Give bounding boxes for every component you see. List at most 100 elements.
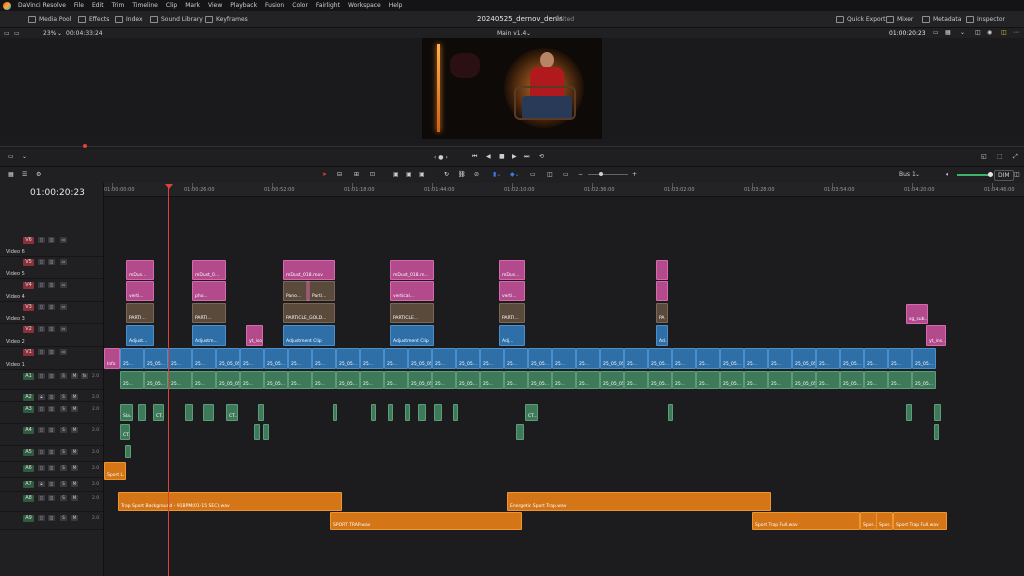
v3-clip[interactable]: PARTICLE... [390, 303, 434, 323]
v4-clip[interactable]: verti... [126, 281, 154, 301]
v1-clip[interactable]: 25... [360, 348, 384, 369]
a1-clip[interactable]: 25... [552, 371, 576, 389]
a1-clip[interactable]: 25_05_05... [408, 371, 432, 389]
speaker-icon[interactable]: 🔈︎ [946, 171, 950, 179]
zoom-custom-icon[interactable]: ▭ [563, 171, 569, 178]
auto-select-icon[interactable]: ◫ [48, 449, 55, 455]
quick-export-button[interactable]: Quick Export [836, 14, 886, 24]
snapping-icon[interactable]: ↻ [444, 171, 449, 178]
auto-select-icon[interactable]: ◫ [48, 394, 55, 400]
resolve-logo-icon[interactable] [3, 1, 11, 10]
v2-clip[interactable]: yt_iso... [246, 325, 263, 346]
v4-clip[interactable]: pho... [192, 281, 226, 301]
track-visibility-icon[interactable]: ▭ [60, 259, 67, 265]
menu-edit[interactable]: Edit [88, 2, 108, 9]
a4-clip[interactable] [934, 424, 939, 440]
menu-trim[interactable]: Trim [108, 2, 129, 9]
a8-clip[interactable]: Energetic Sport Trap.wav [507, 492, 771, 511]
menu-clip[interactable]: Clip [162, 2, 181, 9]
v1-clip[interactable]: 25_05... [648, 348, 672, 369]
menu-view[interactable]: View [204, 2, 226, 9]
auto-select-icon[interactable]: ◫ [48, 481, 55, 487]
v4-clip[interactable] [656, 281, 668, 301]
v1-clip[interactable]: 25_05... [720, 348, 744, 369]
menu-workspace[interactable]: Workspace [344, 2, 385, 9]
a3-clip[interactable]: CT... [153, 404, 164, 421]
solo-button[interactable]: S [60, 373, 67, 379]
chevron-down-icon[interactable]: ⌄ [960, 29, 965, 36]
mute-button[interactable]: M [71, 515, 78, 521]
solo-button[interactable]: S [60, 449, 67, 455]
bypass-icon[interactable]: ◫ [1001, 29, 1007, 36]
a1-clip[interactable]: 25_05... [840, 371, 864, 389]
replace-icon[interactable]: ▣ [419, 171, 425, 178]
a1-clip[interactable]: 25... [312, 371, 336, 389]
lock-icon[interactable]: ◻ [38, 326, 45, 332]
a1-clip[interactable]: 25... [288, 371, 312, 389]
a3-clip[interactable] [405, 404, 410, 421]
viewer-scrubber[interactable] [0, 143, 1024, 149]
skip-forward-icon[interactable]: ⏭ [524, 153, 529, 161]
a3-clip[interactable]: CT... [525, 404, 538, 421]
effects-button[interactable]: Effects [78, 14, 109, 24]
dim-button[interactable]: DIM [994, 170, 1014, 181]
scope-icon[interactable]: ◉ [987, 29, 992, 36]
menu-app[interactable]: DaVinci Resolve [14, 2, 70, 9]
v4-clip[interactable]: Pano... [283, 281, 307, 301]
a1-clip[interactable]: 25_05... [144, 371, 168, 389]
zoom-slider[interactable] [588, 174, 628, 175]
audio-track-header-a7[interactable]: A7 🔒︎ ◫ S M 2.0 [0, 478, 103, 492]
a1-clip[interactable]: 25... [432, 371, 456, 389]
a1-clip[interactable]: 25... [480, 371, 504, 389]
timeline-settings-icon[interactable]: ⚙ [36, 171, 41, 178]
mixer-button[interactable]: Mixer [886, 14, 913, 24]
v1-clip[interactable]: 25... [576, 348, 600, 369]
a3-clip[interactable] [388, 404, 393, 421]
v1-clip[interactable]: 25... [696, 348, 720, 369]
v1-clip[interactable]: 25... [816, 348, 840, 369]
menu-fairlight[interactable]: Fairlight [312, 2, 344, 9]
v4-clip[interactable]: verti... [499, 281, 525, 301]
mute-button[interactable]: M [71, 495, 78, 501]
track-visibility-icon[interactable]: ▭ [60, 326, 67, 332]
auto-select-icon[interactable]: ◫ [48, 427, 55, 433]
video-track-header-v4[interactable]: V4 ◻ ◫ ▭ Video 4 [0, 280, 103, 302]
v5-clip[interactable]: mDust_018.mov [283, 260, 335, 280]
v2-clip[interactable]: Adjust... [126, 325, 154, 346]
auto-select-icon[interactable]: ◫ [48, 495, 55, 501]
video-track-header-v5[interactable]: V5 ◻ ◫ ▭ Video 5 [0, 257, 103, 279]
zoom-full-icon[interactable]: ▭ [530, 171, 536, 178]
v1-clip[interactable]: 25... [480, 348, 504, 369]
fx-button[interactable]: fx [81, 373, 88, 379]
a9-clip[interactable]: Spor... [860, 512, 877, 530]
blade-tool-icon[interactable]: ⊡ [370, 171, 375, 178]
a1-clip[interactable]: 25_05... [264, 371, 288, 389]
a1-clip[interactable]: 25... [816, 371, 840, 389]
a4-clip[interactable] [254, 424, 260, 440]
zoom-in-icon[interactable]: + [632, 171, 637, 178]
solo-button[interactable]: S [60, 406, 67, 412]
a5-clip[interactable] [125, 445, 131, 458]
zoom-out-icon[interactable]: − [578, 171, 583, 178]
a1-clip[interactable]: 25... [696, 371, 720, 389]
v1-clip[interactable]: 25... [168, 348, 192, 369]
lock-icon[interactable]: ◻ [38, 515, 45, 521]
auto-select-icon[interactable]: ◫ [48, 515, 55, 521]
selection-tool-icon[interactable]: ➤ [322, 171, 327, 178]
track-height-icon[interactable]: ☰ [22, 171, 27, 178]
timeline-ruler[interactable]: 01:00:00:00 01:00:26:00 01:00:52:00 01:01:1… [104, 183, 1024, 197]
loop-icon[interactable]: ⟲ [539, 153, 544, 160]
link-icon[interactable]: ⛓ [458, 171, 466, 178]
audio-track-header-a3[interactable]: A3 ◻ ◫ S M 2.0 [0, 403, 103, 424]
solo-button[interactable]: S [60, 495, 67, 501]
v1-clip[interactable]: 25... [240, 348, 264, 369]
v1-clip[interactable]: 25_05_05... [792, 348, 816, 369]
viewer-mode-icon[interactable]: ▭ [8, 153, 14, 160]
a1-clip[interactable]: 25... [624, 371, 648, 389]
mute-button[interactable]: M [71, 406, 78, 412]
a1-clip[interactable]: 25... [672, 371, 696, 389]
v2-clip[interactable]: Adjustment Clip [390, 325, 434, 346]
v5-clip[interactable]: mDust_0... [192, 260, 226, 280]
v1-clip[interactable]: 25_05... [144, 348, 168, 369]
a6-clip[interactable]: Sport L... [104, 462, 126, 480]
